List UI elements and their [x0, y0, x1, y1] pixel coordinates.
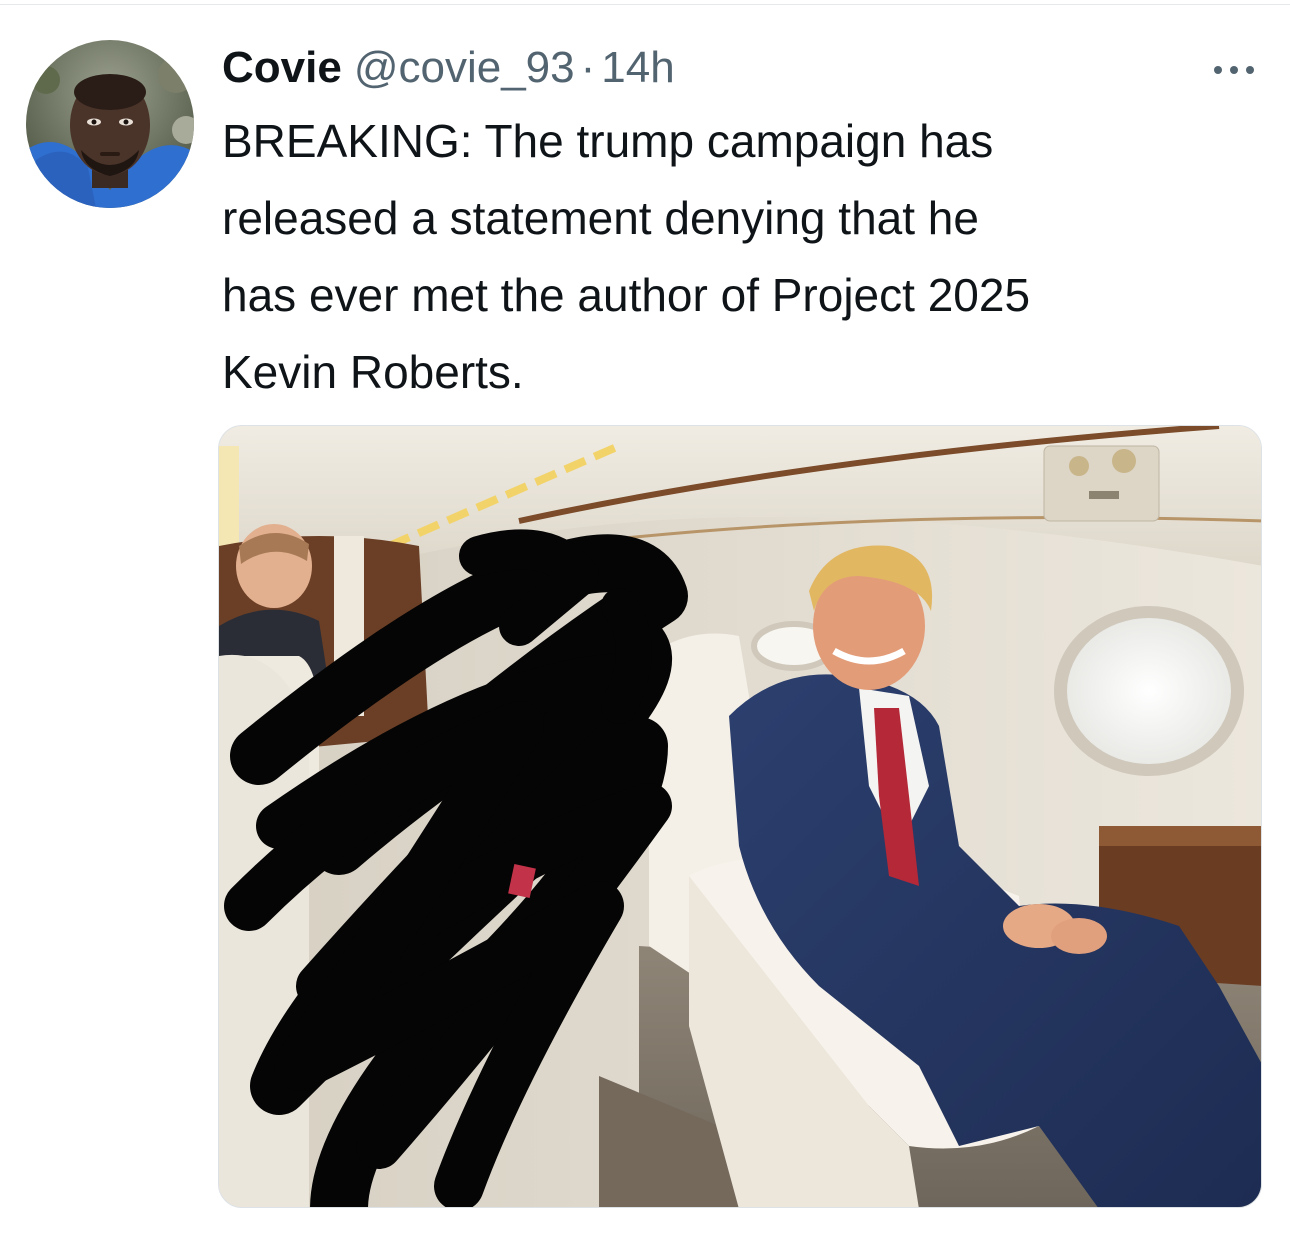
tweet-text: BREAKING: The trump campaign has release… — [222, 115, 1031, 398]
separator-dot: · — [580, 43, 596, 92]
display-name[interactable]: Covie — [222, 40, 342, 96]
tweet-header: Covie @covie_93 · 14h — [222, 40, 675, 96]
more-button[interactable] — [1204, 50, 1264, 90]
timestamp[interactable]: 14h — [601, 40, 674, 96]
top-divider — [0, 4, 1290, 5]
avatar-photo — [26, 40, 194, 208]
avatar[interactable] — [26, 40, 194, 208]
user-handle[interactable]: @covie_93 — [354, 40, 575, 96]
more-horizontal-icon — [1214, 66, 1254, 74]
tweet-media[interactable] — [218, 425, 1262, 1208]
attached-photo — [219, 426, 1261, 1207]
